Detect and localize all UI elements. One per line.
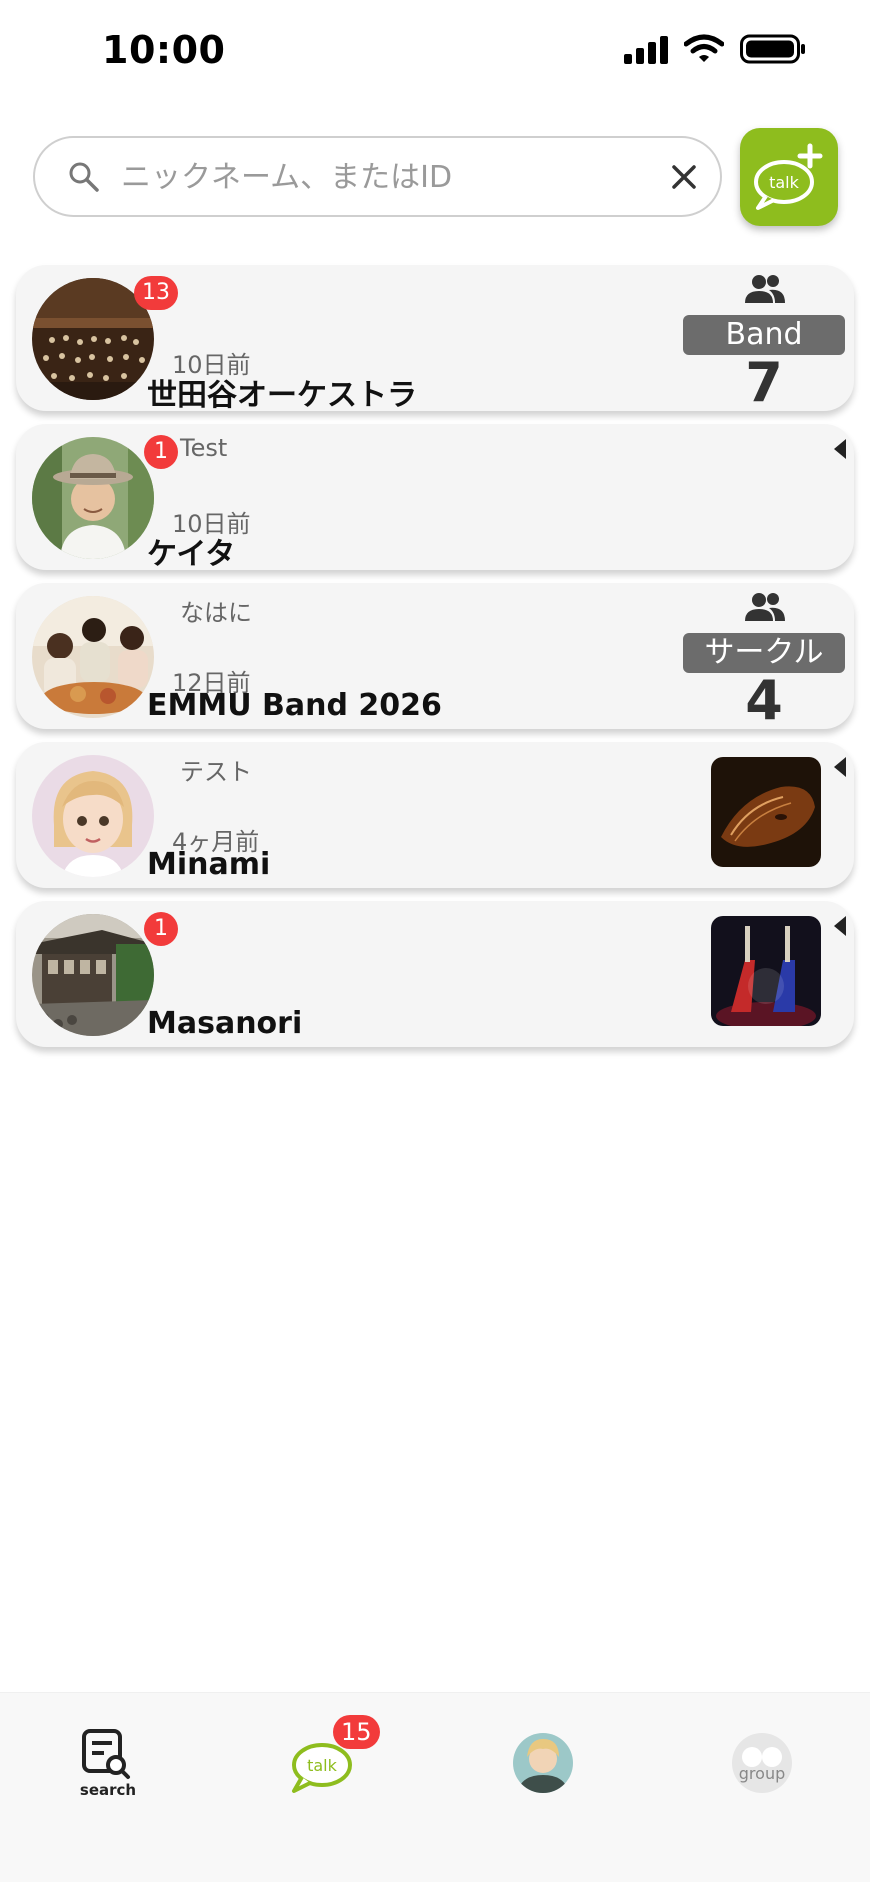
cellular-signal-icon	[624, 34, 668, 64]
nav-tab-profile[interactable]	[493, 1727, 593, 1807]
nav-tab-group[interactable]: group	[712, 1727, 812, 1807]
clear-search-icon[interactable]	[667, 160, 701, 194]
avatar	[32, 596, 154, 718]
talk-plus-icon: talk	[754, 143, 823, 210]
avatar	[32, 914, 154, 1036]
member-count: 7	[745, 351, 783, 414]
unread-badge: 13	[134, 276, 178, 310]
svg-text:talk: talk	[769, 173, 800, 192]
unread-badge: 1	[144, 435, 178, 469]
conversation-name: EMMU Band 2026	[147, 688, 442, 723]
conversation-name: Minami	[147, 847, 271, 882]
conversation-card[interactable]: 1 Masanori	[16, 901, 854, 1047]
last-message: テスト	[180, 758, 252, 786]
group-members-icon	[745, 593, 785, 621]
svg-text:group: group	[739, 1764, 785, 1783]
profile-avatar-icon	[513, 1733, 573, 1793]
conversation-card[interactable]: 1 Test 10日前 ケイタ	[16, 424, 854, 572]
search-input[interactable]	[121, 150, 651, 204]
avatar	[32, 437, 154, 559]
search-bar	[33, 136, 722, 217]
member-count: 4	[745, 669, 783, 732]
conversation-card[interactable]: なはに 12日前 EMMU Band 2026 サークル 4	[16, 583, 854, 732]
talk-unread-badge: 15	[333, 1715, 380, 1749]
group-type-pill: Band	[683, 315, 845, 355]
triangle-left-icon	[834, 757, 846, 777]
new-talk-button[interactable]: talk	[740, 128, 838, 226]
svg-text:search: search	[80, 1781, 136, 1799]
triangle-left-icon	[834, 439, 846, 459]
conversation-card[interactable]: 13 10日前 世田谷オーケストラ Band 7	[16, 265, 854, 414]
search-icon	[69, 162, 99, 192]
group-tab-icon: group	[732, 1733, 792, 1793]
triangle-left-icon	[834, 916, 846, 936]
group-type-pill: サークル	[683, 633, 845, 673]
last-message: なはに	[180, 599, 252, 627]
wifi-icon	[684, 34, 724, 62]
avatar	[32, 755, 154, 877]
svg-text:talk: talk	[307, 1756, 338, 1775]
conversation-name: 世田谷オーケストラ	[147, 378, 417, 413]
status-time: 10:00	[102, 28, 226, 72]
conversation-card[interactable]: テスト 4ヶ月前 Minami	[16, 742, 854, 888]
status-icons	[624, 34, 806, 64]
bottom-navigation: search talk 15 group	[0, 1692, 870, 1882]
thumbnail-image	[711, 916, 821, 1026]
group-members-icon	[745, 275, 785, 303]
unread-badge: 1	[144, 912, 178, 946]
conversation-name: ケイタ	[147, 537, 236, 572]
conversation-name: Masanori	[147, 1006, 303, 1041]
battery-icon	[740, 34, 805, 64]
status-bar: 10:00	[0, 0, 870, 100]
last-message: Test	[180, 434, 228, 462]
nav-tab-search[interactable]: search	[58, 1727, 158, 1807]
thumbnail-image	[711, 757, 821, 867]
search-tab-icon: search	[80, 1729, 136, 1799]
